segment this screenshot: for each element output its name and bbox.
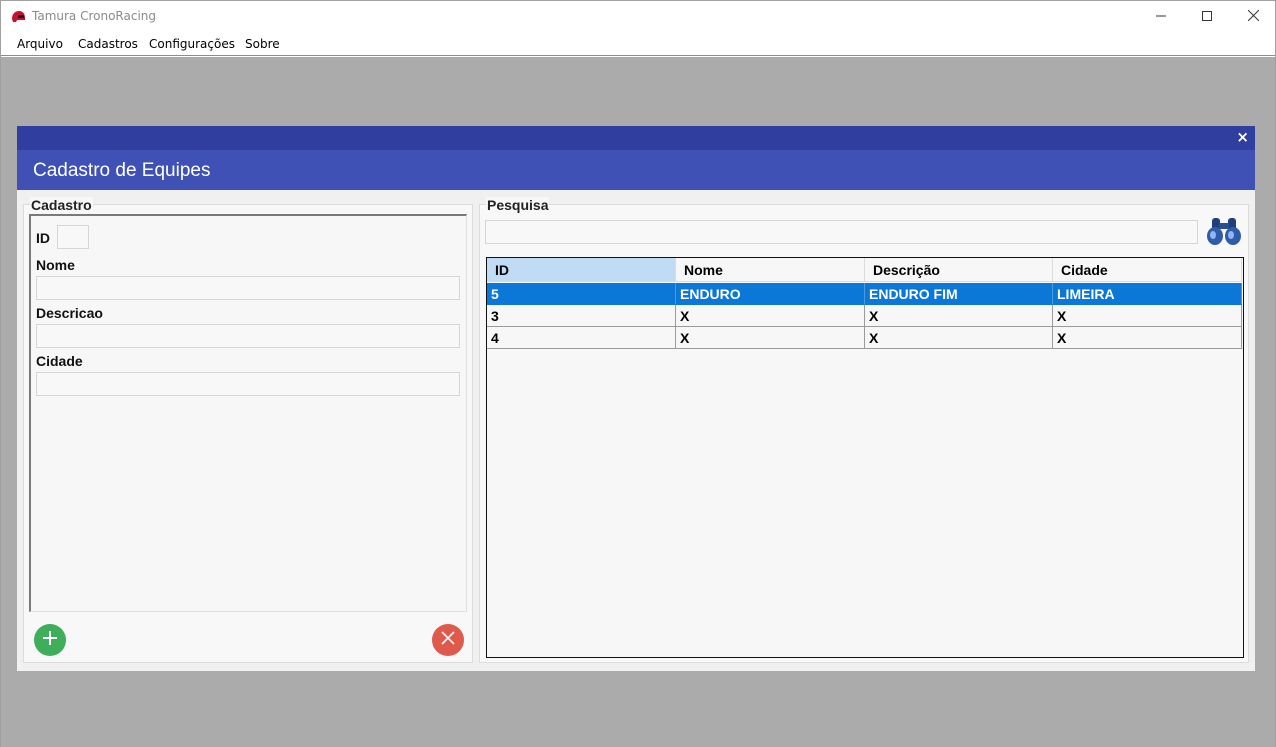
menu-configuracoes[interactable]: Configurações (149, 37, 235, 51)
pesquisa-group: Pesquisa ID Nome Descrição Cidade 5 ENDU… (479, 197, 1249, 663)
app-window: Tamura CronoRacing Arquivo Cadastros Con… (0, 0, 1276, 747)
table-row[interactable]: 5 ENDURO ENDURO FIM LIMEIRA (487, 283, 1242, 305)
descricao-label: Descricao (36, 305, 103, 321)
cell-id: 4 (487, 327, 676, 349)
maximize-icon (1202, 8, 1212, 26)
search-button[interactable] (1206, 215, 1242, 247)
cadastro-group: Cadastro ID Nome Descricao Cidade (23, 197, 473, 663)
cell-id: 5 (487, 283, 676, 305)
cell-cidade: X (1053, 327, 1242, 349)
child-window-header: Cadastro de Equipes (17, 150, 1255, 190)
menu-bar: Arquivo Cadastros Configurações Sobre (1, 32, 1275, 56)
cell-cidade: LIMEIRA (1053, 283, 1242, 305)
window-title: Tamura CronoRacing (32, 9, 157, 23)
grid-header-row: ID Nome Descrição Cidade (487, 258, 1242, 282)
maximize-button[interactable] (1184, 1, 1230, 32)
menu-sobre[interactable]: Sobre (245, 37, 280, 51)
id-field[interactable] (57, 225, 89, 249)
column-header-cidade[interactable]: Cidade (1053, 258, 1242, 282)
cell-descricao: X (865, 305, 1053, 327)
column-header-id[interactable]: ID (487, 258, 676, 282)
cadastro-form-panel: ID Nome Descricao Cidade (29, 214, 467, 612)
cidade-label: Cidade (36, 353, 83, 369)
title-bar[interactable]: Tamura CronoRacing (1, 1, 1275, 32)
table-row[interactable]: 3 X X X (487, 305, 1242, 327)
cadastro-group-label: Cadastro (30, 197, 93, 213)
plus-icon (41, 629, 59, 652)
nome-field[interactable] (36, 276, 460, 300)
child-close-button[interactable]: × (1236, 129, 1249, 145)
menu-arquivo[interactable]: Arquivo (17, 37, 63, 51)
cell-cidade: X (1053, 305, 1242, 327)
add-button[interactable] (34, 624, 66, 656)
cell-nome: X (676, 305, 865, 327)
red-helmet-icon (10, 9, 26, 25)
id-label: ID (36, 230, 50, 246)
pesquisa-group-label: Pesquisa (486, 197, 550, 213)
cidade-field[interactable] (36, 372, 460, 396)
cadastro-equipes-window: × Cadastro de Equipes Cadastro ID Nome D… (17, 126, 1255, 671)
nome-label: Nome (36, 257, 75, 273)
cell-nome: X (676, 327, 865, 349)
child-window-topbar: × (17, 126, 1255, 150)
binoculars-icon (1206, 218, 1242, 251)
descricao-field[interactable] (36, 324, 460, 348)
equipes-grid[interactable]: ID Nome Descrição Cidade 5 ENDURO ENDURO… (486, 257, 1244, 658)
cell-id: 3 (487, 305, 676, 327)
menu-cadastros[interactable]: Cadastros (78, 37, 138, 51)
cell-nome: ENDURO (676, 283, 865, 305)
table-row[interactable]: 4 X X X (487, 327, 1242, 349)
column-header-nome[interactable]: Nome (676, 258, 865, 282)
column-header-descricao[interactable]: Descrição (865, 258, 1053, 282)
minimize-icon (1156, 8, 1166, 26)
cell-descricao: ENDURO FIM (865, 283, 1053, 305)
page-title: Cadastro de Equipes (33, 160, 211, 181)
minimize-button[interactable] (1138, 1, 1184, 32)
close-button[interactable] (1230, 1, 1276, 32)
search-input[interactable] (485, 220, 1198, 244)
close-icon (1247, 8, 1259, 26)
remove-button[interactable] (432, 624, 464, 656)
x-icon (441, 630, 455, 650)
cell-descricao: X (865, 327, 1053, 349)
